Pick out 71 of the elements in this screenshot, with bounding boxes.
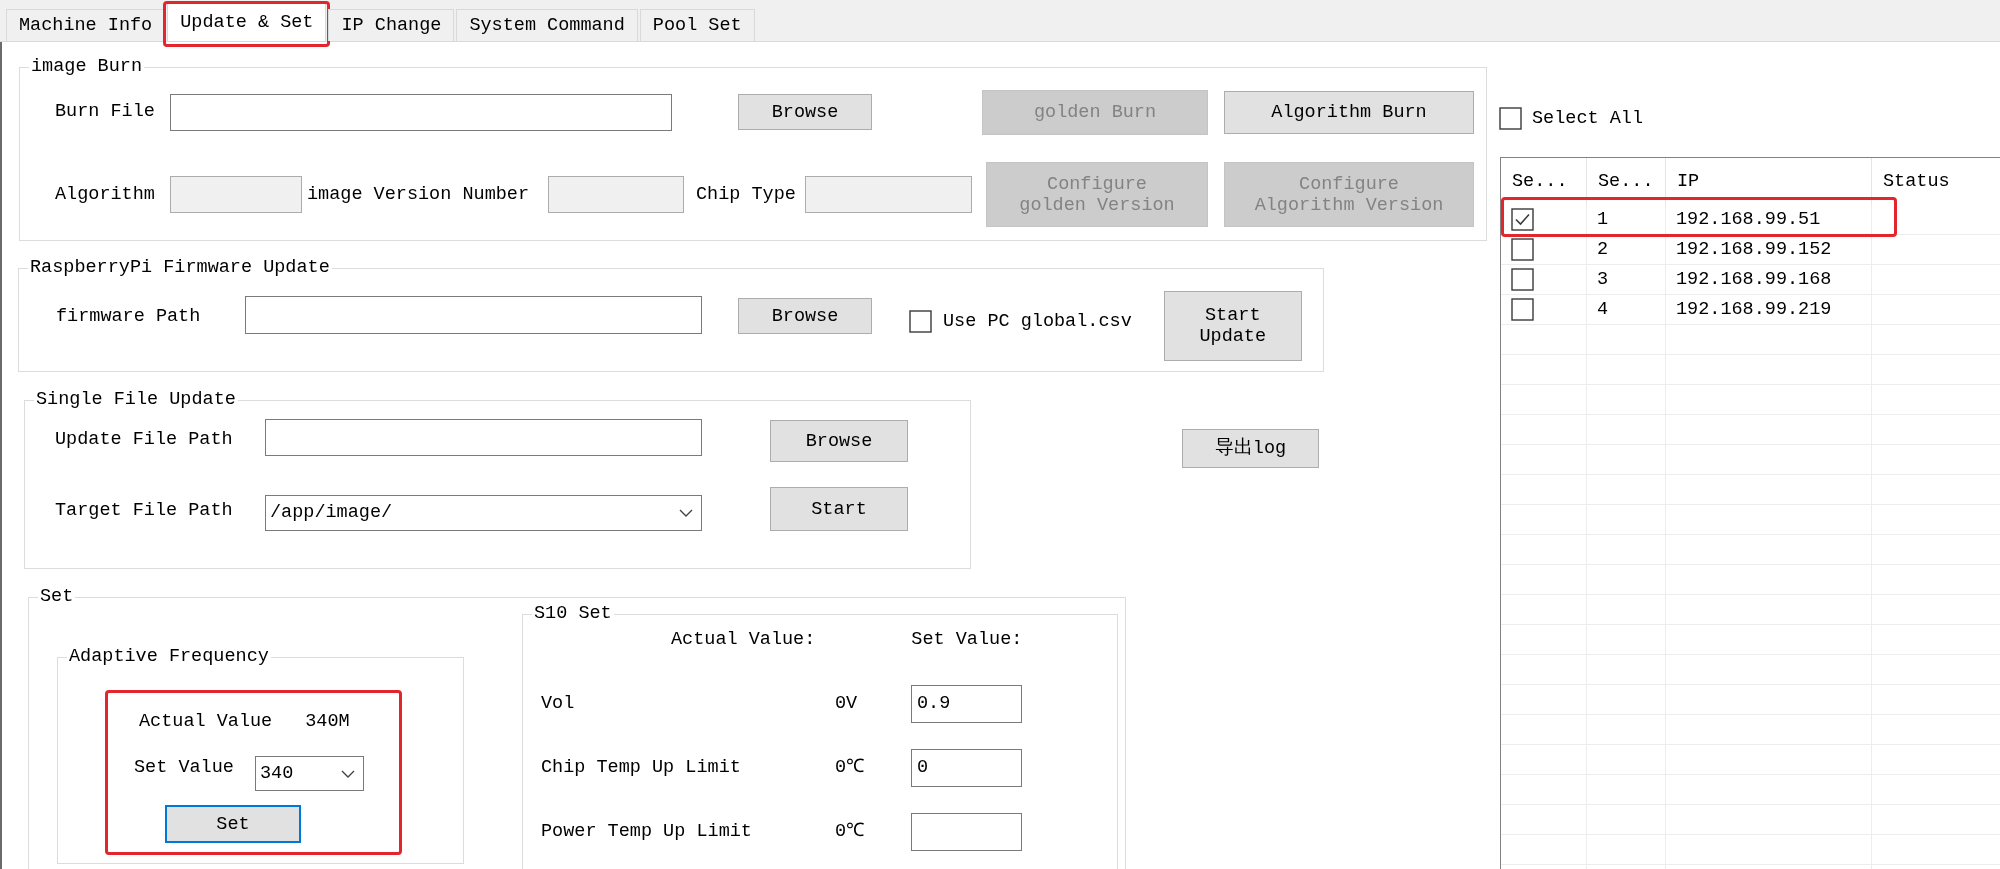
group-title: Set [39,586,75,608]
tab[interactable]: Update & Set [167,3,327,41]
table-cell-text: 4 [1596,297,1610,322]
table-row[interactable]: 1 192.168.99.51 [1501,205,2000,235]
value-text: 0V [835,693,859,715]
input-field[interactable] [265,419,702,456]
table-row[interactable]: 2 192.168.99.152 [1501,235,2000,265]
tab[interactable]: IP Change [328,9,455,41]
column-header[interactable]: Se... [1501,158,1587,205]
table-cell-text: 3 [1596,267,1610,292]
browse-button[interactable]: Browse [770,420,908,462]
group-title: Single File Update [35,389,237,411]
group-title: image Burn [30,56,144,78]
checkbox[interactable] [1511,268,1534,291]
table-row[interactable]: 4 192.168.99.219 [1501,295,2000,325]
checkbox[interactable] [1511,208,1534,231]
checkbox-label[interactable]: Select All [1532,107,1644,130]
field-label: Update File Path [55,429,234,451]
set-button[interactable]: Set [165,805,301,843]
checkbox[interactable] [1511,298,1534,321]
field-label: Actual Value [139,711,273,733]
burn-button[interactable]: Algorithm Burn [1224,90,1474,134]
field-label: Algorithm [55,183,156,206]
checkbox[interactable] [1511,238,1534,261]
table-cell-text: 1 [1596,207,1610,232]
browse-button[interactable]: Browse [738,94,872,130]
tab[interactable]: Machine Info [6,9,166,41]
value-text: 340M [305,711,350,733]
dropdown[interactable]: /app/image/ [265,495,702,531]
tab[interactable]: System Command [456,9,638,41]
chevron-down-icon [340,769,355,778]
column-header[interactable]: Se... [1587,158,1666,205]
group-title: RaspberryPi Firmware Update [29,257,331,279]
group-title: S10 Set [533,603,613,625]
input-field[interactable]: 0.9 [911,685,1022,723]
field-label: Chip Type [696,183,797,206]
table-row[interactable]: 3 192.168.99.168 [1501,265,2000,295]
field-label: Chip Temp Up Limit [541,757,742,779]
field-label: Set Value [134,757,234,779]
table-cell-text: 192.168.99.219 [1675,297,1833,322]
value-text: 0℃ [835,821,866,843]
tab[interactable]: Pool Set [639,9,755,41]
column-header: Set Value: [911,629,1023,651]
field-label: image Version Number [307,183,531,206]
checkbox-label[interactable]: Use PC global.csv [943,310,1132,333]
input-field[interactable] [911,813,1022,851]
field-label: Burn File [55,101,156,123]
column-header[interactable]: Status [1872,158,2000,205]
input-field[interactable] [170,93,672,131]
table-cell-text: 2 [1596,237,1610,262]
table-cell-text: 192.168.99.51 [1675,207,1822,232]
table-cell-text: 192.168.99.152 [1675,237,1833,262]
checkbox[interactable] [1499,107,1522,130]
start-button[interactable]: Start [770,487,908,531]
dropdown[interactable]: 340 [254,756,364,791]
input-field[interactable]: 0 [911,749,1022,787]
column-header[interactable]: IP [1666,158,1872,205]
export-log-button[interactable]: 导出log [1182,429,1319,468]
chevron-down-icon [679,509,693,517]
field-label: firmware Path [56,306,202,328]
column-header: Actual Value: [671,629,816,651]
field-label: Target File Path [55,500,234,522]
value-text: 0℃ [835,757,866,779]
checkbox[interactable] [909,310,932,333]
group-title: Adaptive Frequency [68,646,270,668]
browse-button[interactable]: Browse [738,298,872,334]
input-field[interactable] [245,296,702,334]
field-label: Vol [541,693,576,715]
start-update-button[interactable]: Start Update [1163,291,1302,361]
field-label: Power Temp Up Limit [541,821,753,843]
table-cell-text: 192.168.99.168 [1675,267,1833,292]
